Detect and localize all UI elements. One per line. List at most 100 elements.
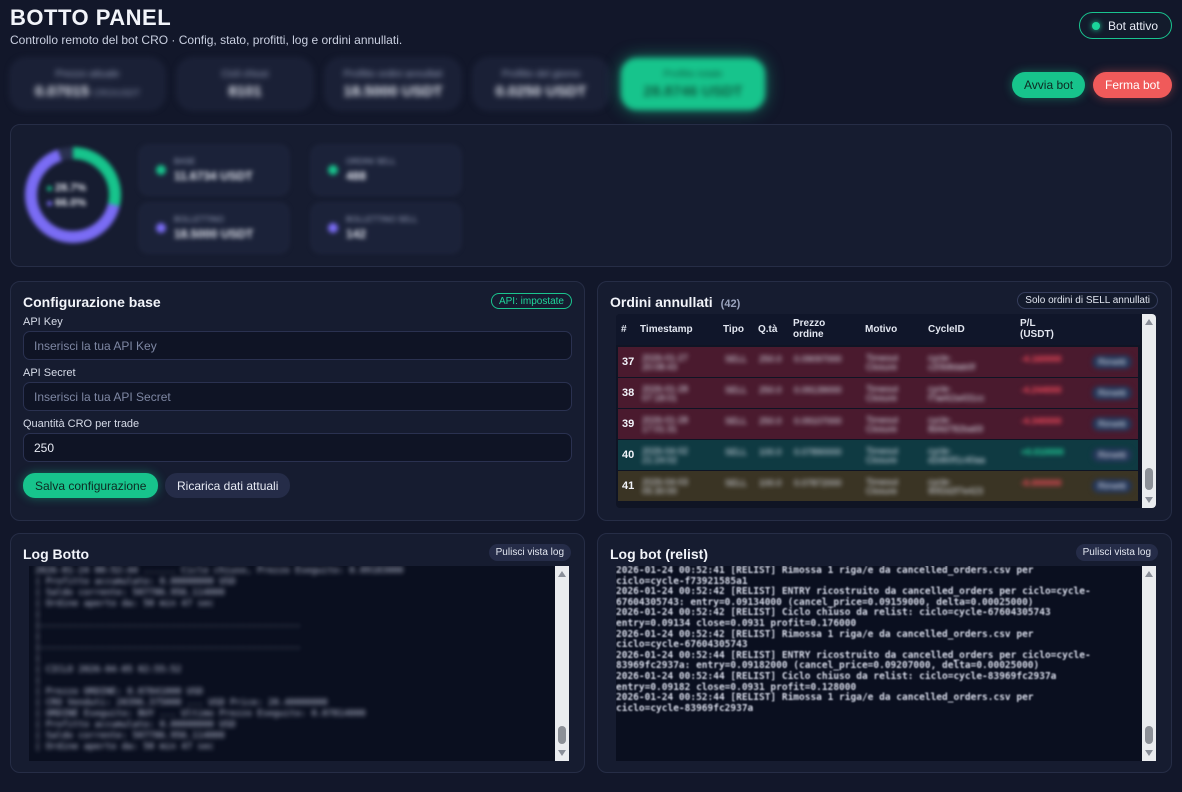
distribution-panel: 28.7% 66.0% BASE 11.6734 USDT ORDINI SEL… xyxy=(10,124,1172,267)
stat-card-total-profit: Profitto totale 28.8746 USDT xyxy=(621,58,765,110)
cell-price: 0.09097000 xyxy=(794,354,842,364)
stat-label: Prezzo attuale xyxy=(55,68,120,80)
log-line: |---------------------------------------… xyxy=(35,621,301,631)
row-cells: 2026-01-28 07:18:01 SELL 250.0 0.09139000 Ti… xyxy=(640,382,1138,406)
table-header: # Timestamp Tipo Q.tà Prezzo ordine Moti… xyxy=(616,314,1140,345)
stop-bot-button[interactable]: Ferma bot xyxy=(1093,72,1172,98)
stat-value: 0.07015 CRO/USDT xyxy=(34,82,141,100)
row-number: 39 xyxy=(622,418,635,430)
log-line: | CRO Venduti: 20396.375000 ... USD Pric… xyxy=(35,698,328,708)
orders-title: Ordini annullati (42) xyxy=(610,294,741,310)
cell-reason: Timeout Closure xyxy=(866,415,899,434)
bot-log-output: 2026-01-24 00:52:44 ...... Ciclo chiuso,… xyxy=(29,566,569,761)
col-header: # xyxy=(621,324,627,335)
scroll-up-icon[interactable] xyxy=(1145,319,1153,325)
relist-button[interactable]: Rimetti xyxy=(1092,386,1133,400)
donut-label-b: 66.0% xyxy=(47,197,86,209)
relist-log-title: Log bot (relist) xyxy=(610,546,708,562)
cell-price: 0.09139000 xyxy=(794,385,842,395)
relist-log-scrollbar[interactable] xyxy=(1142,566,1156,761)
scroll-down-icon[interactable] xyxy=(1145,497,1153,503)
legend-dot-icon xyxy=(156,165,166,175)
row-cells: 2026-01-27 20:08:43 SELL 250.0 0.09097000 Ti… xyxy=(640,351,1138,375)
log-line: | Profitto accumulato: 0.00000000 USD xyxy=(35,577,236,587)
clear-bot-log-button[interactable]: Pulisci vista log xyxy=(488,544,571,561)
cell-pl: -4.244000 xyxy=(1021,385,1062,395)
cell-reason: Timeout Closure xyxy=(866,477,899,496)
api-secret-input[interactable] xyxy=(23,382,572,411)
stat-value: 18.5000 USDT xyxy=(343,82,443,100)
log-line: | xyxy=(35,654,41,664)
relist-button[interactable]: Rimetti xyxy=(1092,417,1133,431)
scroll-down-icon[interactable] xyxy=(1145,750,1153,756)
scroll-thumb[interactable] xyxy=(1145,726,1153,744)
cell-type: SELL xyxy=(725,478,748,488)
bot-log-lines: 2026-01-24 00:52:44 ...... Ciclo chiuso,… xyxy=(35,566,485,761)
bot-log-scrollbar[interactable] xyxy=(555,566,569,761)
distribution-card: BOLLETTINO 18.5000 USDT xyxy=(139,203,289,253)
cell-price: 0.07872000 xyxy=(794,478,842,488)
cell-cycle: cycle-f7ae62a431cc xyxy=(928,384,985,403)
log-line: | Saldo corrente: 507786.956.114000 xyxy=(35,731,225,741)
scroll-down-icon[interactable] xyxy=(558,750,566,756)
stat-label: Profitto ordini annullati xyxy=(343,68,443,80)
row-number: 37 xyxy=(622,356,635,368)
cell-reason: Timeout Closure xyxy=(866,353,899,372)
distribution-card: BASE 11.6734 USDT xyxy=(139,145,289,195)
reload-data-button[interactable]: Ricarica dati attuali xyxy=(165,473,291,498)
cell-reason: Timeout Closure xyxy=(866,384,899,403)
stat-label: Cicli chiusi xyxy=(221,68,269,80)
stat-value: 0.0250 USDT xyxy=(495,82,587,100)
relist-button[interactable]: Rimetti xyxy=(1092,355,1133,369)
sell-filter-button[interactable]: Solo ordini di SELL annullati xyxy=(1017,292,1158,309)
scroll-thumb[interactable] xyxy=(1145,468,1153,490)
stat-label: Profitto del giorno xyxy=(501,68,581,80)
cell-pl: -4.340000 xyxy=(1021,416,1062,426)
log-line: |---------------------------------------… xyxy=(35,643,301,653)
api-key-label: API Key xyxy=(23,316,63,328)
cancelled-orders-panel: Ordini annullati (42) Solo ordini di SELL… xyxy=(597,281,1172,521)
table-row: 38 2026-01-28 07:18:01 SELL 250.0 0.09139000… xyxy=(618,378,1138,408)
table-row: 41 2026-04-03 05:30:00 SELL 100.0 0.07872000… xyxy=(618,471,1138,501)
config-title: Configurazione base xyxy=(23,294,161,310)
start-bot-button[interactable]: Avvia bot xyxy=(1012,72,1086,98)
config-panel: Configurazione base API: impostate API K… xyxy=(10,281,585,521)
log-line: | xyxy=(35,610,41,620)
log-line: 2026-01-24 00:52:44 ...... Ciclo chiuso,… xyxy=(35,566,404,576)
col-header: Tipo xyxy=(723,324,744,335)
col-header: Q.tà xyxy=(758,324,778,335)
table-row: 39 2026-01-28 17:01:31 SELL 250.0 0.09107000… xyxy=(618,409,1138,439)
row-number: 41 xyxy=(622,480,635,492)
api-key-input[interactable] xyxy=(23,331,572,360)
cell-type: SELL xyxy=(725,385,748,395)
orders-scrollbar[interactable] xyxy=(1142,314,1156,508)
cell-pl: -4.160000 xyxy=(1021,354,1062,364)
log-line: | Saldo corrente: 507786.956.114000 xyxy=(35,588,225,598)
relist-log-text: 2026-01-24 00:52:41 [RELIST] Rimossa 1 r… xyxy=(616,566,1091,714)
bot-log-panel: Log Botto Pulisci vista log 2026-01-24 0… xyxy=(10,533,585,773)
scroll-up-icon[interactable] xyxy=(558,571,566,577)
cell-qty: 100.0 xyxy=(759,447,782,457)
row-cells: 2026-04-03 05:30:00 SELL 100.0 0.07872000 Ti… xyxy=(640,475,1138,499)
scroll-up-icon[interactable] xyxy=(1145,571,1153,577)
cell-cycle: cycle-8d4d782ba69 xyxy=(928,415,984,434)
page-subtitle: Controllo remoto del bot CRO · Config, s… xyxy=(10,33,403,47)
stats-row: Prezzo attuale 0.07015 CRO/USDT Cicli chi… xyxy=(10,58,765,110)
clear-relist-log-button[interactable]: Pulisci vista log xyxy=(1075,544,1158,561)
cell-qty: 250.0 xyxy=(759,354,782,364)
scroll-thumb[interactable] xyxy=(558,726,566,744)
qty-input[interactable] xyxy=(23,433,572,462)
api-status-badge: API: impostate xyxy=(490,293,572,309)
log-line: | Ordine aperto da: 50 min 47 sec xyxy=(35,599,214,609)
save-config-button[interactable]: Salva configurazione xyxy=(23,473,159,498)
relist-log-output: 2026-01-24 00:52:41 [RELIST] Rimossa 1 r… xyxy=(616,566,1156,761)
cell-cycle: cycle-90f2d2f7e423 xyxy=(928,477,984,496)
relist-button[interactable]: Rimetti xyxy=(1092,448,1133,462)
cell-timestamp: 2026-04-02 21:24:02 xyxy=(642,446,689,465)
relist-button[interactable]: Rimetti xyxy=(1092,479,1133,493)
stat-card-cancelled-profit: Profitto ordini annullati 18.5000 USDT xyxy=(325,58,461,110)
table-row: 40 2026-04-02 21:24:02 SELL 100.0 0.07890000… xyxy=(618,440,1138,470)
table-row: 37 2026-01-27 20:08:43 SELL 250.0 0.09097000… xyxy=(618,347,1138,377)
legend-dot-icon xyxy=(328,165,338,175)
orders-count: (42) xyxy=(720,298,741,310)
